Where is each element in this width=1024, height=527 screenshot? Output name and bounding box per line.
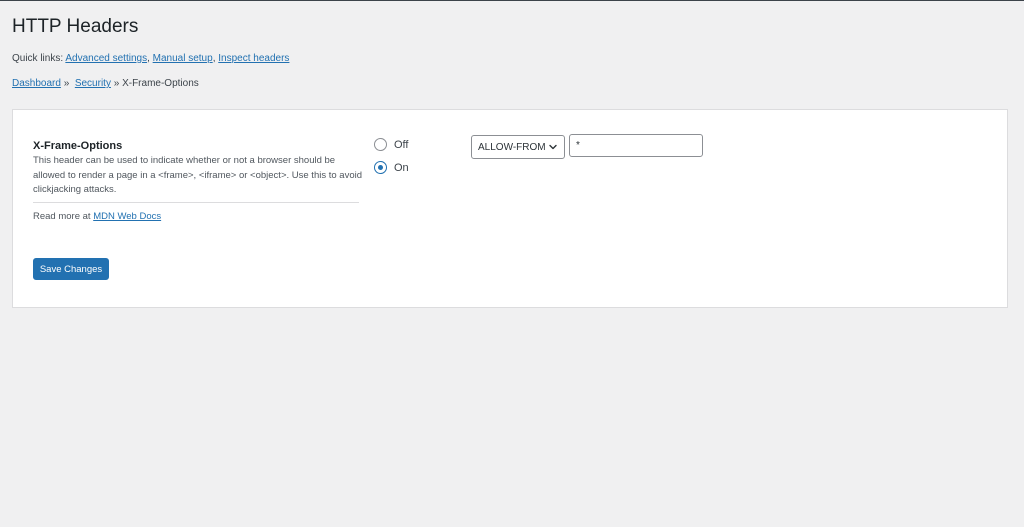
setting-title: X-Frame-Options: [33, 140, 123, 152]
breadcrumb-security-link[interactable]: Security: [75, 78, 111, 89]
manual-setup-link[interactable]: Manual setup: [153, 53, 213, 64]
radio-off-circle[interactable]: [374, 138, 387, 151]
chevron-down-icon: [549, 144, 557, 150]
select-value: ALLOW-FROM: [478, 141, 546, 153]
allow-from-input[interactable]: [569, 134, 703, 157]
mdn-web-docs-link[interactable]: MDN Web Docs: [93, 211, 161, 222]
breadcrumb-current: X-Frame-Options: [122, 78, 199, 89]
breadcrumb-dashboard-link[interactable]: Dashboard: [12, 78, 61, 89]
inspect-headers-link[interactable]: Inspect headers: [218, 53, 289, 64]
breadcrumb-separator: »: [63, 78, 70, 89]
radio-on[interactable]: On: [374, 161, 409, 174]
read-more: Read more at MDN Web Docs: [33, 210, 161, 224]
breadcrumb-separator: »: [113, 78, 120, 89]
radio-off[interactable]: Off: [374, 138, 408, 151]
divider: [33, 202, 359, 203]
radio-on-label: On: [394, 161, 409, 174]
setting-description: This header can be used to indicate whet…: [33, 155, 362, 195]
frame-option-select[interactable]: ALLOW-FROM: [471, 135, 565, 159]
radio-on-circle[interactable]: [374, 161, 387, 174]
breadcrumb: Dashboard » Security » X-Frame-Options: [12, 77, 199, 91]
read-more-label: Read more at: [33, 211, 91, 222]
page-title: HTTP Headers: [12, 16, 139, 37]
save-changes-button[interactable]: Save Changes: [33, 258, 109, 280]
radio-off-label: Off: [394, 138, 409, 151]
quick-links: Quick links: Advanced settings, Manual s…: [12, 53, 290, 64]
quick-links-label: Quick links:: [12, 53, 64, 64]
advanced-settings-link[interactable]: Advanced settings: [65, 53, 147, 64]
settings-card: X-Frame-Options This header can be used …: [12, 109, 1008, 308]
radio-selected-dot: [378, 165, 383, 170]
